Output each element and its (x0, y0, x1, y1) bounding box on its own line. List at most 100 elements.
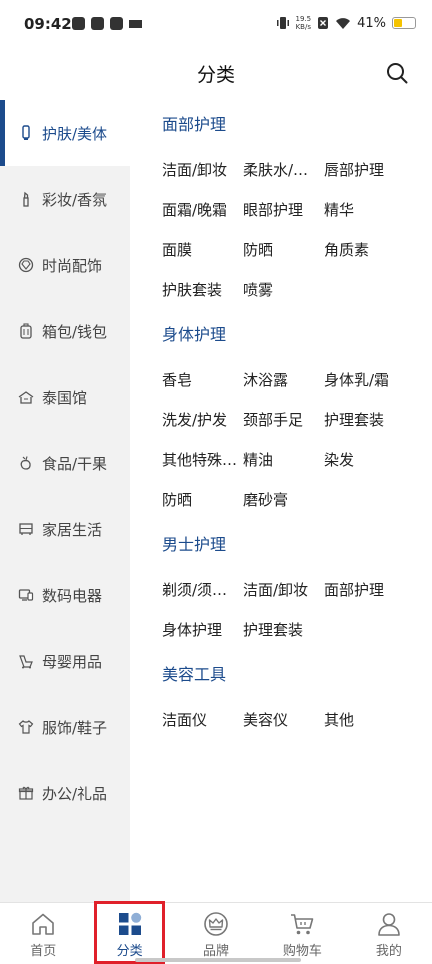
sidebar-item-thailand[interactable]: 泰国馆 (0, 364, 130, 430)
nav-brand[interactable]: 品牌 (173, 903, 259, 964)
subcategory-item[interactable]: 剃须/须… (162, 570, 243, 610)
section-mens-care: 男士护理 剃须/须… 洁面/卸妆 面部护理 身体护理 护理套装 (162, 520, 422, 650)
nav-label: 首页 (30, 944, 57, 959)
crown-icon (204, 912, 228, 936)
status-bar: 09:42 19.5 KB/s 41% (0, 0, 432, 50)
wifi-icon (336, 17, 351, 29)
subcategory-item[interactable]: 唇部护理 (324, 150, 414, 190)
sidebar-item-food[interactable]: 食品/干果 (0, 430, 130, 496)
sidebar-item-label: 箱包/钱包 (42, 322, 108, 341)
app-notification-icon (91, 17, 104, 30)
subcategory-grid: 洁面/卸妆 柔肤水/… 唇部护理 面霜/晚霜 眼部护理 精华 面膜 防晒 角质素… (162, 150, 422, 310)
subcategory-item[interactable]: 眼部护理 (243, 190, 324, 230)
section-title: 面部护理 (162, 115, 227, 134)
sim-off-icon (318, 17, 329, 29)
net-speed-value: 19.5 (295, 15, 312, 23)
subcategory-item[interactable]: 美容仪 (243, 700, 324, 740)
subcategory-item[interactable]: 颈部手足 (243, 400, 324, 440)
sidebar-item-label: 泰国馆 (42, 388, 88, 407)
subcategory-item[interactable]: 磨砂膏 (243, 480, 324, 520)
baby-icon (18, 653, 34, 669)
subcategory-item[interactable]: 精油 (243, 440, 324, 480)
device-icon (18, 587, 34, 603)
subcategory-item[interactable]: 香皂 (162, 360, 243, 400)
notification-icons (72, 17, 142, 30)
subcategory-item[interactable]: 洁面/卸妆 (162, 150, 243, 190)
tube-icon (18, 125, 34, 141)
status-time: 09:42 (24, 15, 72, 33)
subcategory-item[interactable]: 精华 (324, 190, 414, 230)
sidebar-item-electronics[interactable]: 数码电器 (0, 562, 130, 628)
nav-label: 分类 (116, 944, 143, 959)
subcategory-item[interactable]: 身体乳/霜 (324, 360, 414, 400)
section-body-care: 身体护理 香皂 沐浴露 身体乳/霜 洗发/护发 颈部手足 护理套装 其他特殊… … (162, 310, 422, 520)
subcategory-item[interactable]: 洁面/卸妆 (243, 570, 324, 610)
sidebar-item-baby[interactable]: 母婴用品 (0, 628, 130, 694)
category-icon (118, 912, 141, 935)
user-icon (378, 913, 400, 936)
sidebar-item-label: 数码电器 (42, 586, 103, 605)
luggage-icon (18, 323, 34, 339)
furniture-icon (18, 521, 34, 537)
subcategory-item[interactable]: 护理套装 (243, 610, 324, 650)
bottom-nav: 首页 分类 品牌 购物车 我的 (0, 901, 432, 964)
sidebar-item-clothing[interactable]: 服饰/鞋子 (0, 694, 130, 760)
sidebar-item-label: 家居生活 (42, 520, 103, 539)
vibrate-icon (276, 17, 289, 29)
section-title: 身体护理 (162, 325, 227, 344)
category-sidebar: 护肤/美体 彩妆/香氛 时尚配饰 箱包/钱包 泰国馆 食品/干果 家居生活 数码… (0, 100, 130, 902)
subcategory-item[interactable]: 洗发/护发 (162, 400, 243, 440)
subcategory-item[interactable]: 沐浴露 (243, 360, 324, 400)
subcategory-item[interactable]: 面膜 (162, 230, 243, 270)
subcategory-item[interactable]: 面部护理 (324, 570, 414, 610)
sidebar-item-bags[interactable]: 箱包/钱包 (0, 298, 130, 364)
subcategory-item[interactable]: 身体护理 (162, 610, 243, 650)
subcategory-item[interactable]: 防晒 (162, 480, 243, 520)
sidebar-item-home-living[interactable]: 家居生活 (0, 496, 130, 562)
lipstick-icon (18, 191, 34, 207)
nav-label: 购物车 (282, 944, 322, 959)
nav-category[interactable]: 分类 (86, 901, 172, 964)
subcategory-item[interactable]: 洁面仪 (162, 700, 243, 740)
sidebar-item-label: 母婴用品 (42, 652, 103, 671)
sidebar-item-label: 护肤/美体 (42, 124, 108, 143)
section-title: 美容工具 (162, 665, 227, 684)
mail-icon (110, 17, 123, 30)
tiktok-icon (72, 17, 85, 30)
sidebar-item-label: 彩妆/香氛 (42, 190, 108, 209)
section-face-care: 面部护理 洁面/卸妆 柔肤水/… 唇部护理 面霜/晚霜 眼部护理 精华 面膜 防… (162, 100, 422, 310)
subcategory-item[interactable]: 面霜/晚霜 (162, 190, 243, 230)
subcategory-item[interactable]: 其他 (324, 700, 414, 740)
nav-home[interactable]: 首页 (0, 903, 86, 964)
section-beauty-tools: 美容工具 洁面仪 美容仪 其他 (162, 650, 422, 740)
sidebar-item-office-gifts[interactable]: 办公/礼品 (0, 760, 130, 826)
nav-label: 品牌 (203, 944, 230, 959)
sidebar-item-accessories[interactable]: 时尚配饰 (0, 232, 130, 298)
gift-icon (18, 785, 34, 801)
subcategory-item[interactable]: 喷雾 (243, 270, 324, 310)
net-speed: 19.5 KB/s (296, 15, 312, 31)
section-title: 男士护理 (162, 535, 227, 554)
home-indicator (135, 958, 301, 962)
sidebar-item-skincare[interactable]: 护肤/美体 (0, 100, 130, 166)
subcategory-item[interactable]: 护肤套装 (162, 270, 243, 310)
nav-cart[interactable]: 购物车 (259, 903, 345, 964)
sidebar-item-makeup[interactable]: 彩妆/香氛 (0, 166, 130, 232)
subcategory-item[interactable]: 柔肤水/… (243, 150, 324, 190)
subcategory-item[interactable]: 护理套装 (324, 400, 414, 440)
sidebar-item-label: 服饰/鞋子 (42, 718, 108, 737)
net-speed-unit: KB/s (295, 23, 311, 31)
shirt-icon (18, 719, 34, 735)
subcategory-panel: 面部护理 洁面/卸妆 柔肤水/… 唇部护理 面霜/晚霜 眼部护理 精华 面膜 防… (162, 100, 422, 740)
subcategory-item[interactable]: 其他特殊… (162, 440, 243, 480)
sidebar-item-label: 时尚配饰 (42, 256, 103, 275)
nav-profile[interactable]: 我的 (346, 903, 432, 964)
subcategory-item[interactable]: 染发 (324, 440, 414, 480)
sidebar-item-label: 食品/干果 (42, 454, 108, 473)
subcategory-grid: 剃须/须… 洁面/卸妆 面部护理 身体护理 护理套装 (162, 570, 422, 650)
search-icon[interactable] (386, 62, 408, 84)
subcategory-item[interactable]: 角质素 (324, 230, 414, 270)
home-icon (32, 913, 55, 935)
subcategory-grid: 洁面仪 美容仪 其他 (162, 700, 422, 740)
subcategory-item[interactable]: 防晒 (243, 230, 324, 270)
